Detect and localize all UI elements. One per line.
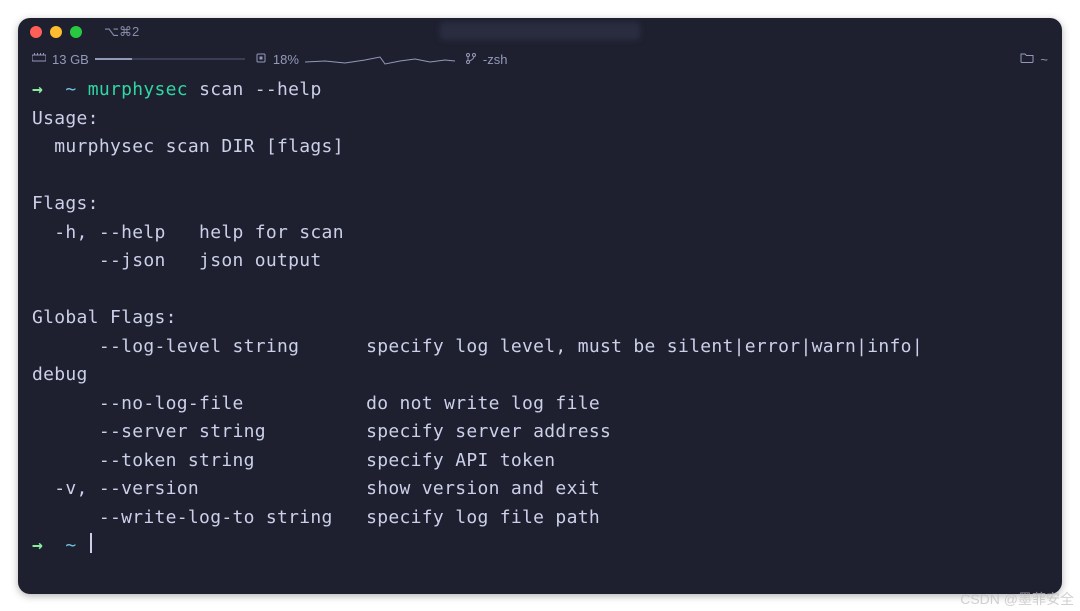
cwd-value: ~	[1040, 52, 1048, 67]
out-g-writelog: --write-log-to string specify log file p…	[32, 507, 600, 528]
branch-icon	[465, 52, 477, 67]
close-button[interactable]	[30, 26, 42, 38]
cpu-sparkline	[305, 52, 455, 66]
memory-bar	[95, 58, 245, 60]
memory-icon	[32, 52, 46, 66]
folder-icon	[1020, 52, 1034, 66]
maximize-button[interactable]	[70, 26, 82, 38]
out-global-header: Global Flags:	[32, 307, 177, 328]
prompt-arrow-2: →	[32, 535, 43, 556]
out-g-version: -v, --version show version and exit	[32, 478, 600, 499]
out-usage-line: murphysec scan DIR [flags]	[32, 136, 344, 157]
out-flag-json: --json json output	[32, 250, 322, 271]
prompt-path-2: ~	[65, 535, 76, 556]
out-g-token: --token string specify API token	[32, 450, 555, 471]
command-args: scan --help	[199, 79, 322, 100]
out-usage-header: Usage:	[32, 108, 99, 129]
cpu-value: 18%	[273, 52, 299, 67]
prompt-arrow: →	[32, 79, 43, 100]
out-g-loglevel: --log-level string specify log level, mu…	[32, 336, 923, 357]
terminal-window: ⌥⌘2 13 GB 18% -zsh	[18, 18, 1062, 594]
memory-section: 13 GB	[32, 52, 245, 67]
shell-value: -zsh	[483, 52, 508, 67]
shell-section: -zsh	[465, 52, 508, 67]
command-name: murphysec	[88, 79, 188, 100]
title-bar: ⌥⌘2	[18, 18, 1062, 46]
title-blur	[440, 22, 640, 40]
memory-value: 13 GB	[52, 52, 89, 67]
prompt-path: ~	[65, 79, 76, 100]
status-bar: 13 GB 18% -zsh ~	[18, 46, 1062, 72]
out-g-nologfile: --no-log-file do not write log file	[32, 393, 600, 414]
out-flag-help: -h, --help help for scan	[32, 222, 344, 243]
traffic-lights	[30, 26, 82, 38]
cpu-icon	[255, 52, 267, 67]
watermark: CSDN @墨菲安全	[960, 589, 1074, 609]
out-flags-header: Flags:	[32, 193, 99, 214]
cursor	[90, 533, 92, 553]
out-g-debug: debug	[32, 364, 88, 385]
cpu-section: 18%	[255, 52, 455, 67]
tab-label: ⌥⌘2	[104, 24, 139, 40]
out-g-server: --server string specify server address	[32, 421, 611, 442]
minimize-button[interactable]	[50, 26, 62, 38]
terminal-body[interactable]: → ~ murphysec scan --help Usage: murphys…	[18, 72, 1062, 565]
cwd-section: ~	[1020, 52, 1048, 67]
